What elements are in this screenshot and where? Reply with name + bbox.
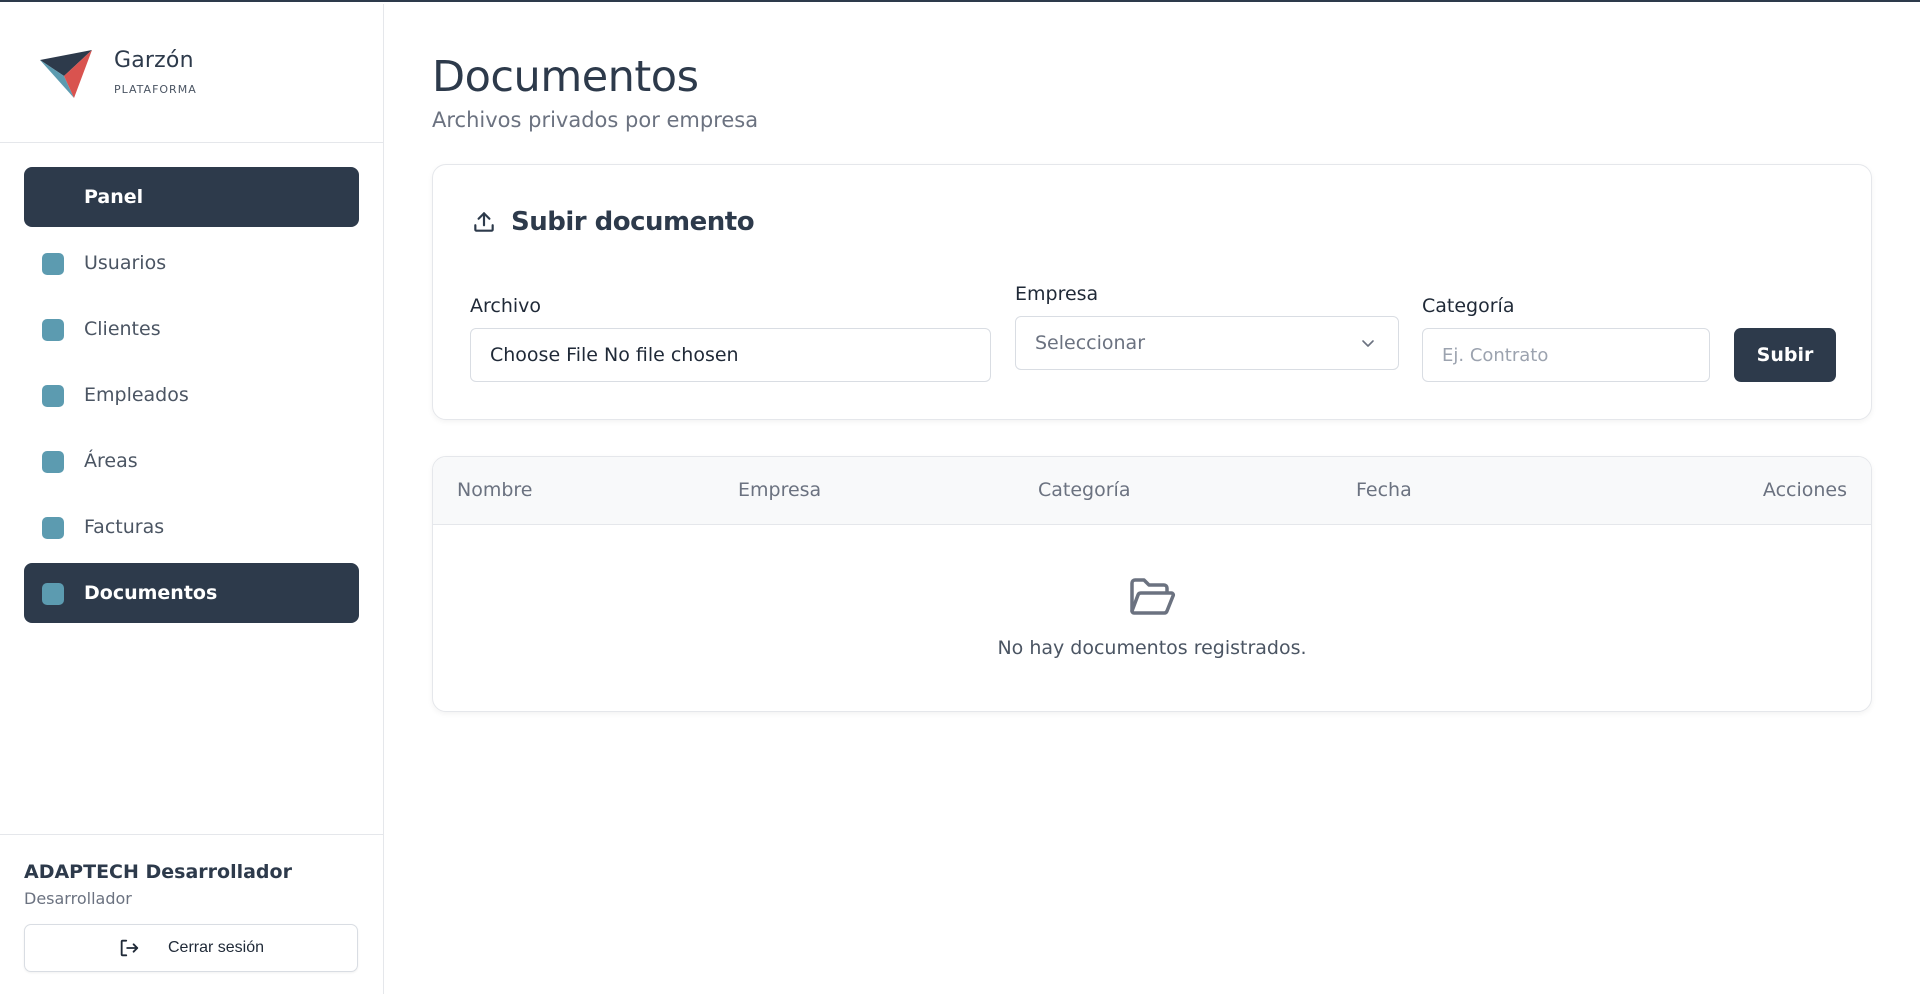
file-label: Archivo bbox=[470, 295, 542, 317]
documents-table: Nombre Empresa Categoría Fecha Acciones … bbox=[432, 456, 1872, 712]
main-content: Documentos Archivos privados por empresa… bbox=[432, 4, 1872, 712]
sidebar-item-areas[interactable]: Áreas bbox=[24, 431, 359, 491]
upload-icon bbox=[474, 212, 494, 232]
sidebar-item-label: Áreas bbox=[84, 450, 138, 472]
empty-state: No hay documentos registrados. bbox=[433, 525, 1871, 711]
upload-card: Subir documento Archivo Choose File No f… bbox=[432, 164, 1872, 420]
logout-button[interactable]: Cerrar sesión bbox=[24, 924, 358, 972]
sidebar-item-panel[interactable]: Panel bbox=[24, 167, 359, 227]
column-header[interactable]: Fecha bbox=[1356, 479, 1412, 501]
clientes-icon bbox=[42, 319, 64, 341]
page-title: Documentos bbox=[432, 52, 699, 102]
sidebar-item-empleados[interactable]: Empleados bbox=[24, 365, 359, 425]
table-header: Nombre Empresa Categoría Fecha Acciones bbox=[433, 457, 1871, 525]
column-header[interactable]: Acciones bbox=[1763, 479, 1847, 501]
file-input[interactable]: Choose File No file chosen bbox=[470, 328, 991, 382]
sidebar-item-label: Usuarios bbox=[84, 252, 167, 274]
sidebar-item-usuarios[interactable]: Usuarios bbox=[24, 233, 359, 293]
logo-icon bbox=[40, 50, 92, 98]
sidebar-item-documentos[interactable]: Documentos bbox=[24, 563, 359, 623]
sidebar-item-label: Clientes bbox=[84, 318, 161, 340]
chevron-down-icon bbox=[1362, 340, 1374, 347]
user-role: Desarrollador bbox=[24, 889, 132, 908]
submit-button[interactable]: Subir bbox=[1734, 328, 1836, 382]
folder-open-icon bbox=[1130, 578, 1175, 615]
empleados-icon bbox=[42, 385, 64, 407]
upload-title: Subir documento bbox=[511, 207, 755, 237]
page-subtitle: Archivos privados por empresa bbox=[432, 108, 759, 132]
sidebar-item-label: Empleados bbox=[84, 384, 189, 406]
user-box: ADAPTECH Desarrollador Desarrollador Cer… bbox=[0, 834, 383, 994]
company-label: Empresa bbox=[1015, 283, 1099, 305]
company-selected: Seleccionar bbox=[1035, 332, 1146, 354]
column-header[interactable]: Nombre bbox=[457, 479, 533, 501]
brand-name: Garzón bbox=[114, 48, 194, 73]
sidebar-item-label: Panel bbox=[84, 186, 144, 208]
facturas-icon bbox=[42, 517, 64, 539]
documentos-icon bbox=[42, 583, 64, 605]
sidebar-item-facturas[interactable]: Facturas bbox=[24, 497, 359, 557]
company-select[interactable]: Seleccionar bbox=[1015, 316, 1399, 370]
logout-icon bbox=[120, 939, 139, 957]
user-name: ADAPTECH Desarrollador bbox=[24, 861, 292, 883]
usuarios-icon bbox=[42, 253, 64, 275]
sidebar-item-label: Facturas bbox=[84, 516, 165, 538]
choose-file-button[interactable]: Choose File bbox=[490, 344, 598, 366]
category-input[interactable] bbox=[1422, 328, 1710, 382]
category-label: Categoría bbox=[1422, 295, 1515, 317]
sidebar-item-label: Documentos bbox=[84, 582, 218, 604]
file-status: No file chosen bbox=[603, 344, 739, 366]
areas-icon bbox=[42, 451, 64, 473]
empty-message: No hay documentos registrados. bbox=[997, 637, 1307, 659]
sidebar: Garzón PLATAFORMA Panel Usuarios Cliente… bbox=[0, 4, 384, 994]
brand[interactable]: Garzón PLATAFORMA bbox=[0, 4, 383, 143]
column-header[interactable]: Categoría bbox=[1038, 479, 1130, 501]
column-header[interactable]: Empresa bbox=[738, 479, 821, 501]
sidebar-item-clientes[interactable]: Clientes bbox=[24, 299, 359, 359]
sidebar-nav: Panel Usuarios Clientes Empleados Áreas … bbox=[0, 143, 383, 623]
upload-heading: Subir documento bbox=[471, 207, 755, 237]
logout-label: Cerrar sesión bbox=[167, 939, 265, 956]
brand-subtitle: PLATAFORMA bbox=[114, 83, 197, 96]
